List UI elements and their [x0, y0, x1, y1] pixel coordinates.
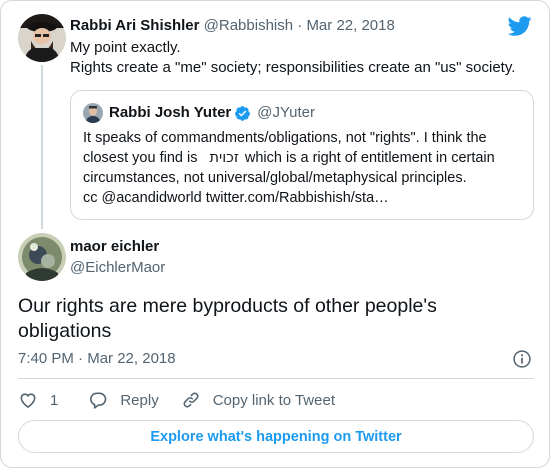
quoted-tweet-line: It speaks of commandments/obligations, n… — [83, 130, 487, 146]
quoted-text-segment: which is a right of entitlement in certa… — [244, 150, 495, 166]
tweet-timestamp[interactable]: 7:40 PM · Mar 22, 2018 — [18, 349, 176, 369]
quoted-tweet-line: circumstances, not universal/global/meta… — [83, 170, 467, 186]
header-separator: · — [297, 17, 303, 34]
quoted-text-segment: closest you find is — [83, 150, 198, 166]
hebrew-word: זכוית — [209, 150, 239, 166]
avatar-photo-icon — [18, 233, 66, 281]
main-author-name[interactable]: maor eichler — [70, 237, 159, 257]
twitter-bird-icon[interactable] — [508, 14, 532, 38]
parent-author-handle[interactable]: @Rabbishish — [204, 17, 293, 34]
main-tweet-text: Our rights are mere byproducts of other … — [18, 294, 518, 344]
quoted-tweet-line: closest you find is זכוית which is a right… — [83, 148, 523, 168]
tweet-date: Mar 22, 2018 — [87, 350, 176, 367]
verified-badge-icon — [235, 105, 251, 121]
avatar-photo-icon — [18, 14, 66, 62]
parent-tweet-line: My point exactly. — [70, 39, 181, 56]
quoted-author-handle: @JYuter — [257, 104, 316, 121]
avatar-photo-icon — [83, 103, 103, 123]
tweet-actions-bar: 1 Reply Copy link to Tweet — [18, 389, 335, 411]
parent-tweet-line: Rights create a "me" society; responsibi… — [70, 59, 516, 76]
like-button[interactable]: 1 — [18, 390, 58, 410]
timestamp-separator: · — [78, 350, 84, 367]
main-author-handle[interactable]: @EichlerMaor — [70, 258, 165, 278]
quoted-tweet-body: It speaks of commandments/obligations, n… — [83, 128, 523, 208]
copy-link-label: Copy link to Tweet — [212, 391, 335, 409]
tweet-embed-card: Rabbi Ari Shishler @Rabbishish · Mar 22,… — [0, 0, 550, 468]
like-count: 1 — [50, 391, 59, 409]
avatar-rabbi-josh-yuter — [83, 103, 103, 123]
quoted-author-name: Rabbi Josh Yuter — [109, 104, 232, 121]
action-divider — [18, 378, 534, 379]
main-tweet-line: Our rights are mere byproducts of other … — [18, 295, 437, 317]
explore-twitter-button[interactable]: Explore what's happening on Twitter — [18, 420, 534, 453]
parent-tweet-body: My point exactly. Rights create a "me" s… — [70, 38, 530, 78]
parent-tweet-date[interactable]: Mar 22, 2018 — [306, 17, 394, 34]
reply-bubble-icon — [90, 392, 107, 409]
quoted-tweet-header: Rabbi Josh Yuter @JYuter — [109, 103, 315, 123]
parent-tweet-header: Rabbi Ari Shishler @Rabbishish · Mar 22,… — [70, 16, 395, 36]
thread-connector-line — [41, 65, 43, 229]
reply-label: Reply — [120, 391, 159, 409]
reply-button[interactable]: Reply — [88, 390, 159, 410]
quoted-tweet-card[interactable]: Rabbi Josh Yuter @JYuter It speaks of co… — [70, 90, 534, 220]
quoted-tweet-line: cc @acandidworld twitter.com/Rabbishish/… — [83, 190, 389, 206]
heart-icon — [20, 393, 36, 409]
avatar-rabbi-ari-shishler[interactable] — [18, 14, 66, 62]
link-icon — [183, 392, 199, 408]
info-icon[interactable] — [512, 349, 532, 369]
avatar-maor-eichler[interactable] — [18, 233, 66, 281]
copy-link-button[interactable]: Copy link to Tweet — [181, 390, 335, 410]
main-tweet-line: obligations — [18, 320, 112, 342]
tweet-time: 7:40 PM — [18, 350, 74, 367]
parent-author-name[interactable]: Rabbi Ari Shishler — [70, 17, 199, 34]
